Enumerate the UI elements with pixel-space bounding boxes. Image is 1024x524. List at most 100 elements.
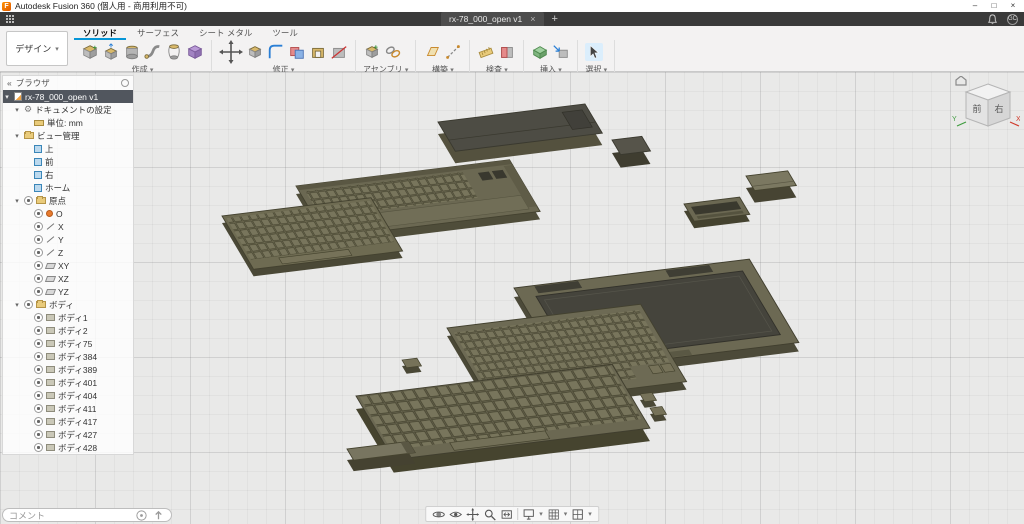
browser-folder-origin[interactable]: ▾ 原点	[3, 194, 133, 207]
select-cursor-icon[interactable]	[585, 43, 603, 61]
pan-icon[interactable]	[466, 508, 479, 521]
exploded-model[interactable]	[0, 72, 1024, 524]
browser-origin-point[interactable]: O	[3, 207, 133, 220]
browser-folder-views[interactable]: ▾ ビュー管理	[3, 129, 133, 142]
browser-plane-xz[interactable]: XZ	[3, 272, 133, 285]
close-button[interactable]: ×	[1004, 1, 1022, 12]
user-avatar[interactable]: GC	[1007, 14, 1018, 25]
visibility-eye-icon[interactable]	[34, 209, 43, 218]
browser-body-row[interactable]: ボディ384	[3, 350, 133, 363]
visibility-eye-icon[interactable]	[34, 417, 43, 426]
sweep-icon[interactable]	[144, 43, 162, 61]
browser-plane-xy[interactable]: XY	[3, 259, 133, 272]
visibility-eye-icon[interactable]	[34, 261, 43, 270]
visibility-eye-icon[interactable]	[34, 352, 43, 361]
visibility-eye-icon[interactable]	[34, 326, 43, 335]
attach-icon[interactable]	[135, 509, 148, 522]
measure-icon[interactable]	[477, 43, 495, 61]
document-tab[interactable]: rx-78_000_open v1 ×	[441, 12, 544, 26]
send-icon[interactable]	[152, 509, 165, 522]
browser-view-front[interactable]: 前	[3, 155, 133, 168]
tab-sheet-metal[interactable]: シート メタル	[190, 26, 261, 40]
browser-folder-bodies[interactable]: ▾ ボディ	[3, 298, 133, 311]
expand-icon[interactable]: ▾	[13, 301, 21, 309]
part-loose-key-1[interactable]	[640, 393, 657, 408]
part-right-box[interactable]	[746, 171, 796, 203]
comment-bar[interactable]: コメント	[2, 508, 172, 522]
browser-body-row[interactable]: ボディ401	[3, 376, 133, 389]
display-settings-icon[interactable]	[522, 508, 535, 521]
browser-body-row[interactable]: ボディ417	[3, 415, 133, 428]
visibility-eye-icon[interactable]	[34, 248, 43, 257]
joint-icon[interactable]	[384, 43, 402, 61]
comment-input[interactable]: コメント	[9, 509, 131, 522]
browser-body-row[interactable]: ボディ389	[3, 363, 133, 376]
zoom-icon[interactable]	[483, 508, 496, 521]
part-bracket[interactable]	[684, 197, 750, 228]
insert-mesh-icon[interactable]	[531, 43, 549, 61]
move-copy-icon[interactable]	[219, 40, 243, 64]
browser-body-row[interactable]: ボディ411	[3, 402, 133, 415]
fit-view-icon[interactable]	[500, 508, 513, 521]
browser-body-row[interactable]: ボディ75	[3, 337, 133, 350]
chevron-down-icon[interactable]: ▾	[588, 510, 592, 518]
browser-axis-y[interactable]: Y	[3, 233, 133, 246]
visibility-eye-icon[interactable]	[24, 196, 33, 205]
browser-axis-z[interactable]: Z	[3, 246, 133, 259]
fillet-icon[interactable]	[267, 43, 285, 61]
visibility-eye-icon[interactable]	[24, 300, 33, 309]
construction-axis-icon[interactable]	[444, 43, 462, 61]
browser-body-row[interactable]: ボディ1	[3, 311, 133, 324]
expand-icon[interactable]: ▾	[13, 132, 21, 140]
model-viewport[interactable]: « ブラウザ ▾ rx-78_000_open v1 ▾ ⚙ ドキュメントの設定…	[0, 72, 1024, 524]
visibility-eye-icon[interactable]	[34, 313, 43, 322]
browser-axis-x[interactable]: X	[3, 220, 133, 233]
part-small-keyboard[interactable]	[222, 198, 403, 277]
tab-solid[interactable]: ソリッド	[74, 26, 126, 40]
tab-surface[interactable]: サーフェス	[128, 26, 188, 40]
minimize-button[interactable]: –	[966, 1, 984, 12]
section-analysis-icon[interactable]	[498, 43, 516, 61]
orbit-icon[interactable]	[432, 508, 445, 521]
browser-body-row[interactable]: ボディ428	[3, 441, 133, 454]
visibility-eye-icon[interactable]	[34, 391, 43, 400]
chevron-down-icon[interactable]: ▾	[539, 510, 543, 518]
visibility-eye-icon[interactable]	[34, 235, 43, 244]
browser-item-units[interactable]: 単位: mm	[3, 116, 133, 129]
tab-close-icon[interactable]: ×	[530, 14, 535, 24]
browser-body-row[interactable]: ボディ427	[3, 428, 133, 441]
part-small-cube[interactable]	[612, 136, 650, 167]
notification-bell-icon[interactable]	[986, 13, 999, 26]
browser-options-icon[interactable]	[121, 79, 129, 87]
assemble-component-icon[interactable]: +	[363, 43, 381, 61]
browser-view-top[interactable]: 上	[3, 142, 133, 155]
viewports-icon[interactable]	[571, 508, 584, 521]
visibility-eye-icon[interactable]	[34, 404, 43, 413]
data-panel-toggle-icon[interactable]	[6, 15, 15, 24]
part-loose-key-2[interactable]	[650, 407, 667, 422]
collapse-panel-icon[interactable]: «	[7, 78, 12, 88]
visibility-eye-icon[interactable]	[34, 430, 43, 439]
visibility-eye-icon[interactable]	[34, 443, 43, 452]
revolve-icon[interactable]	[123, 43, 141, 61]
split-body-icon[interactable]	[330, 43, 348, 61]
expand-icon[interactable]: ▾	[3, 93, 11, 101]
new-tab-button[interactable]: +	[544, 13, 566, 25]
browser-plane-yz[interactable]: YZ	[3, 285, 133, 298]
look-at-icon[interactable]	[449, 508, 462, 521]
shell-icon[interactable]	[309, 43, 327, 61]
insert-derive-icon[interactable]	[552, 43, 570, 61]
coil-icon[interactable]	[186, 43, 204, 61]
part-small-nub[interactable]	[402, 358, 421, 374]
workspace-switcher[interactable]: デザイン ▾	[6, 31, 68, 66]
browser-body-row[interactable]: ボディ2	[3, 324, 133, 337]
tab-tools[interactable]: ツール	[263, 26, 307, 40]
visibility-eye-icon[interactable]	[34, 339, 43, 348]
visibility-eye-icon[interactable]	[34, 365, 43, 374]
browser-body-row[interactable]: ボディ404	[3, 389, 133, 402]
press-pull-icon[interactable]	[246, 43, 264, 61]
expand-icon[interactable]: ▾	[13, 106, 21, 114]
browser-item-doc-settings[interactable]: ▾ ⚙ ドキュメントの設定	[3, 103, 133, 116]
part-lid-slab[interactable]	[438, 104, 602, 163]
visibility-eye-icon[interactable]	[34, 287, 43, 296]
